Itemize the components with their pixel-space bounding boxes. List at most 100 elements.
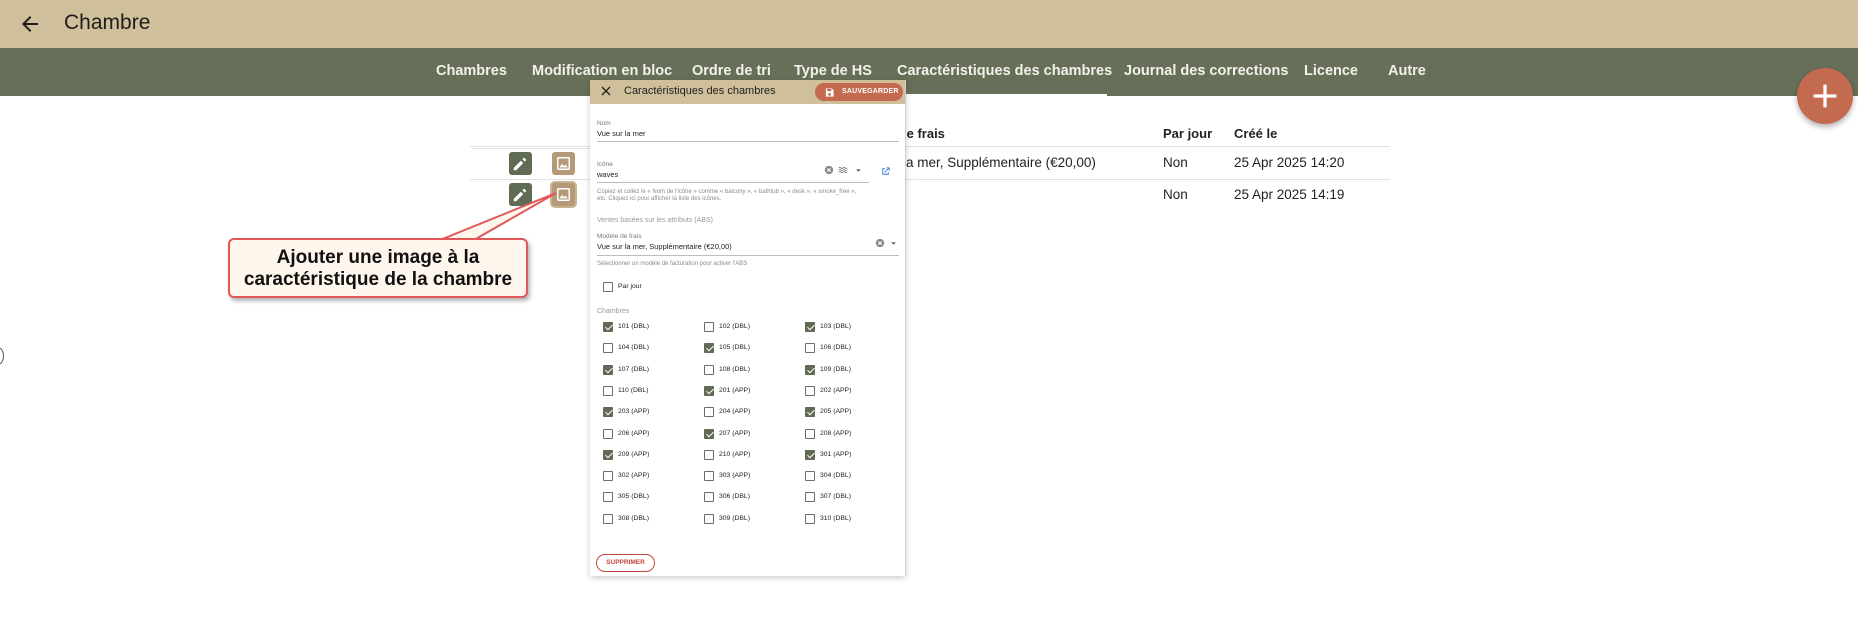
room-label: 210 (APP): [719, 450, 751, 458]
room-label: 301 (APP): [820, 450, 852, 458]
room-checkbox[interactable]: [805, 343, 815, 354]
room-checkbox[interactable]: [603, 492, 613, 503]
room-label: 105 (DBL): [719, 344, 750, 352]
room-label: 302 (APP): [618, 472, 650, 480]
cell-per-day: Non: [1163, 155, 1188, 170]
image-icon: [557, 188, 570, 201]
room-checkbox[interactable]: [704, 492, 714, 503]
room-checkbox[interactable]: [704, 364, 714, 375]
save-button[interactable]: SAUVEGARDER: [815, 83, 903, 101]
plus-icon: [1813, 84, 1837, 108]
room-checkbox[interactable]: [603, 407, 613, 418]
arrow-left-icon[interactable]: [18, 12, 42, 36]
per-day-label: Par jour: [618, 283, 642, 290]
room-label: 108 (DBL): [719, 365, 750, 373]
cell-model: la mer, Supplémentaire (€20,00): [903, 155, 1096, 170]
save-label: SAUVEGARDER: [842, 88, 899, 95]
room-label: 305 (DBL): [618, 493, 649, 501]
room-checkbox[interactable]: [704, 513, 714, 524]
room-checkbox[interactable]: [704, 385, 714, 396]
room-label: 303 (APP): [719, 472, 751, 480]
icon-underline: [597, 182, 869, 183]
icon-label: Icône: [597, 161, 613, 168]
room-label: 201 (APP): [719, 386, 751, 394]
room-checkbox[interactable]: [805, 492, 815, 503]
room-label: 207 (APP): [719, 429, 751, 437]
close-icon[interactable]: [598, 83, 614, 99]
open-in-new-icon[interactable]: [880, 166, 891, 177]
room-label: 202 (APP): [820, 386, 852, 394]
tab-autre[interactable]: Autre: [1388, 48, 1426, 96]
cell-created: 25 Apr 2025 14:20: [1234, 155, 1345, 170]
name-field[interactable]: Vue sur la mer: [597, 129, 646, 138]
delete-button[interactable]: SUPPRIMER: [596, 554, 655, 572]
room-checkbox[interactable]: [805, 385, 815, 396]
room-label: 205 (APP): [820, 408, 852, 416]
room-checkbox[interactable]: [805, 428, 815, 439]
edit-button[interactable]: [509, 183, 532, 206]
panel-header: Caractéristiques des chambres SAUVEGARDE…: [590, 80, 905, 104]
image-button[interactable]: [552, 152, 575, 175]
room-checkbox[interactable]: [805, 322, 815, 332]
icon-field[interactable]: waves: [597, 170, 618, 179]
clear-circle-icon[interactable]: [824, 165, 834, 175]
chevron-down-icon[interactable]: [890, 240, 897, 247]
room-checkbox[interactable]: [805, 449, 815, 460]
room-label: 110 (DBL): [618, 386, 649, 394]
per-day-checkbox[interactable]: [603, 282, 613, 292]
column-header-created: Créé le: [1234, 126, 1278, 141]
scroll-handle[interactable]: [0, 347, 4, 365]
room-label: 101 (DBL): [618, 323, 649, 330]
floppy-disk-icon: [825, 87, 834, 97]
room-checkbox[interactable]: [805, 364, 815, 375]
room-label: 209 (APP): [618, 450, 650, 458]
name-label: Nom: [597, 120, 611, 127]
room-checkbox[interactable]: [603, 364, 613, 375]
image-button[interactable]: [552, 183, 575, 206]
room-checkbox[interactable]: [603, 343, 613, 354]
fee-model-label: Modèle de frais: [597, 233, 642, 240]
page-title: Chambre: [64, 11, 151, 34]
room-checkbox[interactable]: [704, 428, 714, 439]
icon-hint-2[interactable]: etc. Cliquez ici pour afficher la liste …: [597, 196, 887, 203]
fee-model-hint: Sélectionner un modèle de facturation po…: [597, 261, 748, 267]
tab-journal-des-corrections[interactable]: Journal des corrections: [1124, 48, 1288, 96]
room-checkbox[interactable]: [805, 471, 815, 482]
room-checkbox[interactable]: [603, 322, 613, 332]
tab-chambres[interactable]: Chambres: [436, 48, 507, 96]
room-label: 106 (DBL): [820, 344, 851, 352]
fee-model-select[interactable]: Vue sur la mer, Supplémentaire (€20,00): [597, 242, 732, 251]
chevron-down-icon[interactable]: [855, 167, 862, 174]
waves-icon: [838, 166, 848, 174]
room-checkbox[interactable]: [704, 471, 714, 482]
room-checkbox[interactable]: [704, 322, 714, 332]
tab-caracteristiques-des-chambres[interactable]: Caractéristiques des chambres: [897, 48, 1112, 96]
pencil-icon: [513, 188, 527, 202]
abs-section-title: Ventes basées sur les attributs (ABS): [597, 217, 713, 224]
fee-model-underline: [597, 255, 899, 256]
room-label: 109 (DBL): [820, 365, 851, 373]
column-header-model: le frais: [903, 126, 945, 141]
room-label: 307 (DBL): [820, 493, 851, 501]
room-checkbox[interactable]: [603, 449, 613, 460]
room-label: 104 (DBL): [618, 344, 649, 352]
room-checkbox[interactable]: [805, 513, 815, 524]
callout-line-2: caractéristique de la chambre: [243, 269, 513, 290]
room-label: 308 (DBL): [618, 514, 649, 522]
room-checkbox[interactable]: [603, 385, 613, 396]
column-header-per-day: Par jour: [1163, 126, 1213, 141]
room-checkbox[interactable]: [704, 449, 714, 460]
room-checkbox[interactable]: [704, 343, 714, 354]
room-checkbox[interactable]: [603, 428, 613, 439]
image-icon: [557, 157, 570, 170]
edit-button[interactable]: [509, 152, 532, 175]
row-divider-left: [472, 148, 592, 149]
room-label: 310 (DBL): [820, 514, 851, 522]
add-button[interactable]: [1797, 68, 1853, 124]
tab-licence[interactable]: Licence: [1304, 48, 1358, 96]
room-checkbox[interactable]: [603, 513, 613, 524]
room-checkbox[interactable]: [603, 471, 613, 482]
room-checkbox[interactable]: [805, 407, 815, 418]
room-checkbox[interactable]: [704, 407, 714, 418]
clear-circle-icon[interactable]: [875, 238, 885, 248]
